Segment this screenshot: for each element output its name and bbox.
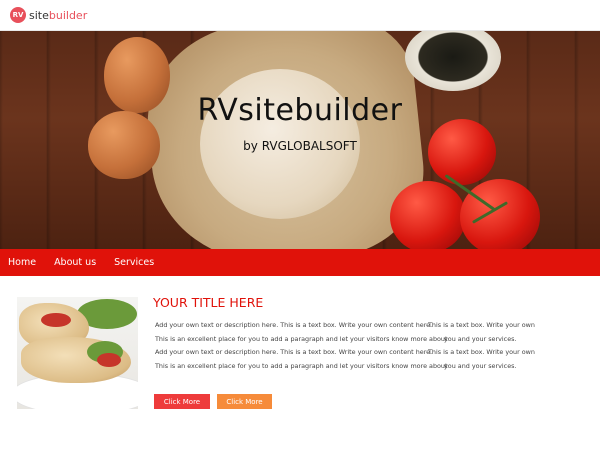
text-column-right: This is a text box. Write your own you a…	[428, 319, 588, 373]
top-bar: RV sitebuilder	[0, 0, 600, 31]
text-column-left: Add your own text or description here. T…	[155, 319, 448, 373]
nav-item-services[interactable]: Services	[114, 257, 154, 268]
paragraph-line: This is a text box. Write your own	[428, 321, 535, 329]
section-title: YOUR TITLE HERE	[153, 295, 264, 310]
paragraph-line: you and your services.	[444, 334, 517, 343]
paragraph-line: This is a text box. Write your own	[428, 348, 535, 356]
logo-text: sitebuilder	[29, 9, 87, 22]
food-wrap-image	[17, 297, 138, 409]
site-logo[interactable]: RV sitebuilder	[10, 7, 87, 23]
tomato-image	[390, 181, 466, 249]
nav-item-about-us[interactable]: About us	[54, 257, 96, 268]
hero-subtitle: by RVGLOBALSOFT	[243, 139, 357, 153]
tomato-filling-image	[97, 353, 121, 367]
paragraph-line: This is an excellent place for you to ad…	[155, 361, 448, 370]
click-more-button-secondary[interactable]: Click More	[217, 394, 272, 409]
nav-item-home[interactable]: Home	[8, 257, 36, 268]
hero-title: RVsitebuilder	[197, 93, 403, 128]
logo-badge-icon: RV	[10, 7, 26, 23]
main-nav: Home About us Services	[0, 249, 600, 276]
click-more-button[interactable]: Click More	[154, 394, 210, 409]
tomato-image	[460, 179, 540, 249]
hero-banner: RVsitebuilder by RVGLOBALSOFT	[0, 31, 600, 249]
tomato-filling-image	[41, 313, 71, 327]
paragraph-line: This is an excellent place for you to ad…	[155, 334, 448, 343]
logo-text-part1: site	[29, 8, 49, 22]
paragraph-line: Add your own text or description here. T…	[155, 348, 433, 356]
logo-text-part2: builder	[48, 8, 88, 22]
paragraph-line: Add your own text or description here. T…	[155, 321, 433, 329]
paragraph-line: you and your services.	[444, 361, 517, 370]
olive-bowl-image	[405, 31, 501, 91]
